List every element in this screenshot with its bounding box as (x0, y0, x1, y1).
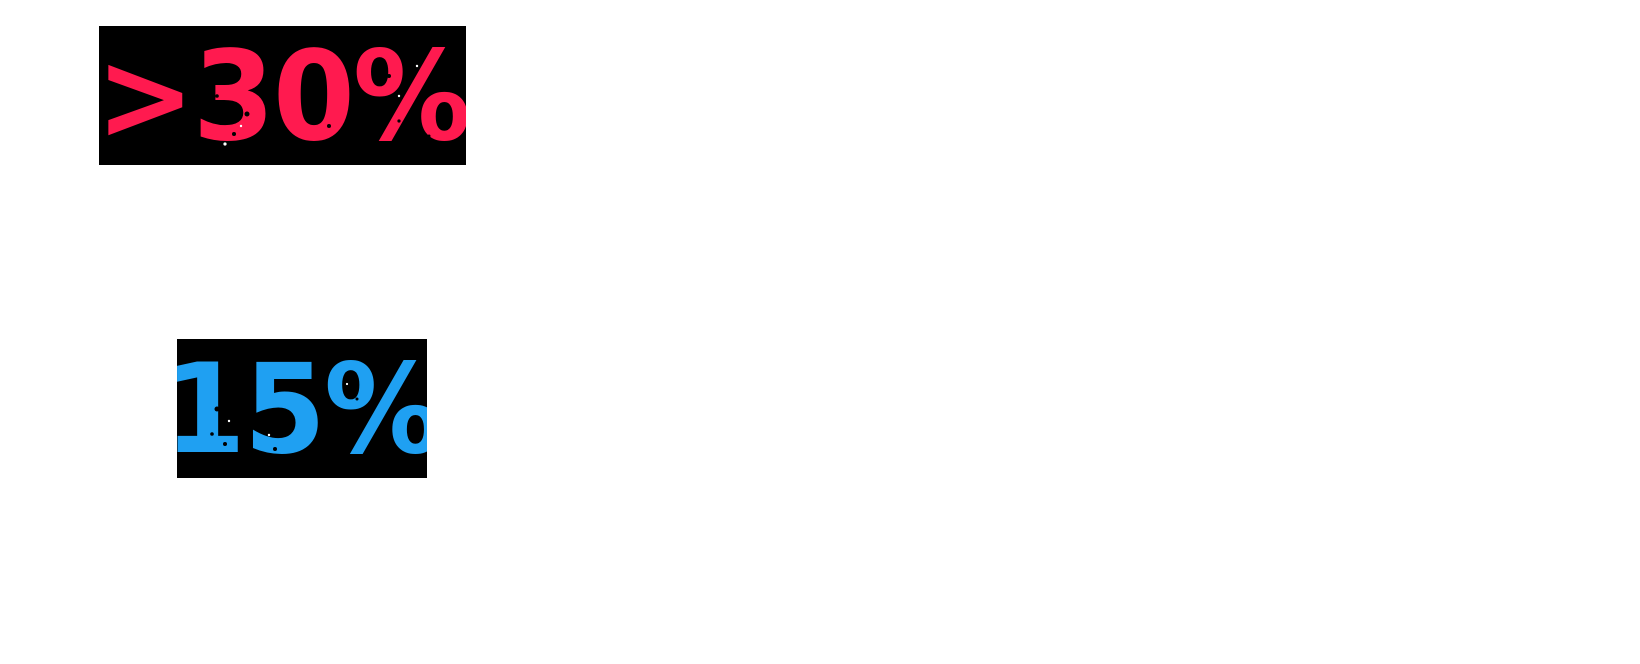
stat-value-primary: >30% (99, 26, 466, 165)
page: >30% 15% (0, 0, 1640, 664)
stat-badge-15-percent: 15% (177, 339, 427, 478)
stat-badge-greater-than-30-percent: >30% (99, 26, 466, 165)
stat-value-secondary: 15% (177, 339, 427, 478)
